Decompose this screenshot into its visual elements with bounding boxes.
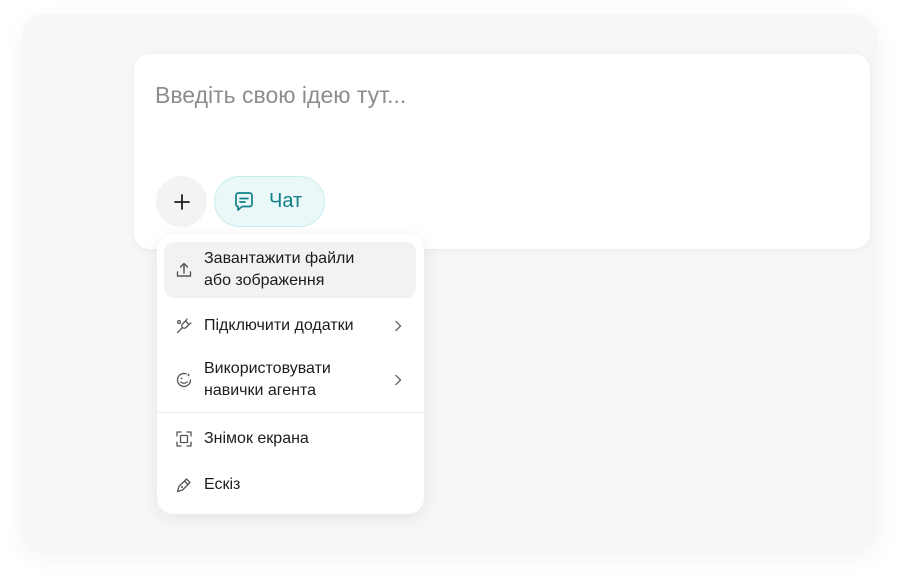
menu-item-label: Ескіз (204, 476, 241, 493)
message-square-icon (232, 190, 256, 214)
add-attachment-button[interactable] (156, 176, 207, 227)
menu-item-connect-apps[interactable]: Підключити додатки (164, 304, 416, 348)
menu-item-label: Знімок екрана (204, 430, 309, 447)
idea-input[interactable] (155, 80, 845, 110)
menu-item-sketch[interactable]: Ескіз (164, 463, 416, 507)
agent-skills-icon (175, 371, 193, 389)
screenshot-icon (175, 430, 193, 448)
menu-item-label: Підключити додатки (204, 317, 354, 334)
plus-icon (173, 193, 191, 211)
menu-item-upload-files[interactable]: Завантажити файли або зображення (164, 242, 416, 298)
chat-mode-chip[interactable]: Чат (214, 176, 325, 227)
menu-divider (157, 412, 424, 413)
menu-item-agent-skills[interactable]: Використовувати навички агента (164, 354, 416, 406)
chat-chip-label: Чат (269, 190, 303, 212)
menu-item-label: Завантажити файли або зображення (204, 250, 355, 289)
menu-item-screenshot[interactable]: Знімок екрана (164, 417, 416, 461)
pen-icon (175, 476, 193, 494)
menu-item-label: Використовувати навички агента (204, 360, 331, 399)
plug-icon (175, 317, 193, 335)
chevron-right-icon (392, 374, 404, 386)
upload-icon (175, 261, 193, 279)
prompt-card: Чат (134, 54, 870, 249)
attachment-menu: Завантажити файли або зображення Підключ… (157, 234, 424, 514)
chevron-right-icon (392, 320, 404, 332)
